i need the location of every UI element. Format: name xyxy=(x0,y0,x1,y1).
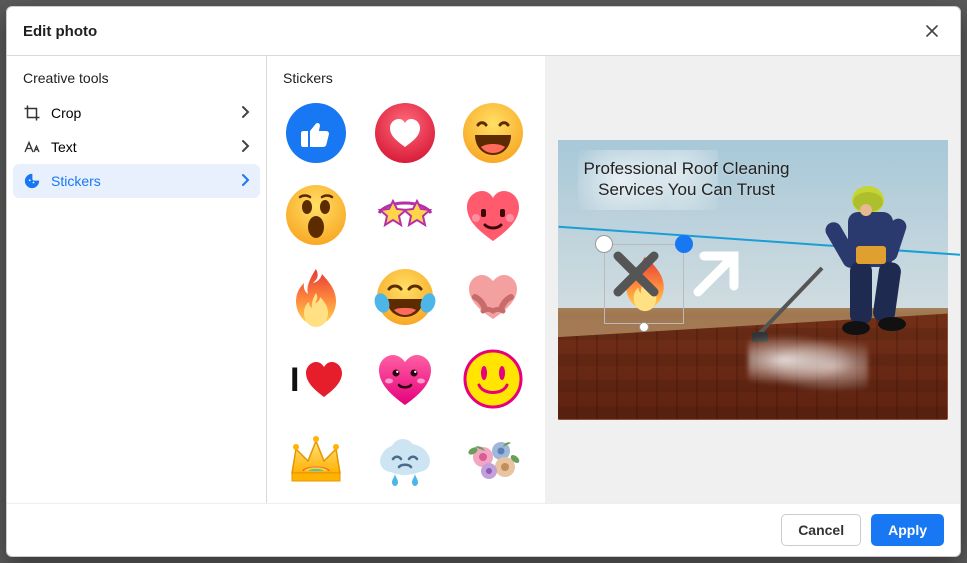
chevron-right-icon xyxy=(240,139,250,156)
cancel-button[interactable]: Cancel xyxy=(781,514,861,546)
rainbow-crown-sticker[interactable] xyxy=(279,424,353,498)
stickers-panel-header: Stickers xyxy=(275,66,541,96)
tears-of-joy-sticker[interactable] xyxy=(368,260,442,334)
resize-icon xyxy=(686,244,746,304)
stickers-panel: Stickers xyxy=(267,56,545,503)
grinning-face-sticker[interactable] xyxy=(456,96,530,170)
sticker-rotate-handle[interactable] xyxy=(639,322,649,332)
heart-with-face-sticker[interactable] xyxy=(456,178,530,252)
tool-text[interactable]: Text xyxy=(13,130,260,164)
edit-photo-modal: Edit photo Creative tools Crop xyxy=(6,6,961,557)
tool-label: Stickers xyxy=(51,173,101,189)
creative-tools-sidebar: Creative tools Crop Text xyxy=(7,56,267,503)
text-icon xyxy=(23,138,41,156)
flat-smiley-sticker[interactable] xyxy=(456,342,530,416)
thumbs-up-sticker[interactable] xyxy=(279,96,353,170)
sticker-icon xyxy=(23,172,41,190)
crying-cloud-sticker[interactable] xyxy=(368,424,442,498)
canvas-area: Professional Roof Cleaning Services You … xyxy=(545,56,960,503)
sticker-delete-handle[interactable] xyxy=(595,235,613,253)
sticker-grid[interactable] xyxy=(275,96,541,503)
sticker-resize-handle[interactable] xyxy=(675,235,693,253)
close-icon xyxy=(606,244,666,304)
tool-label: Crop xyxy=(51,105,81,121)
wow-face-sticker[interactable] xyxy=(279,178,353,252)
chevron-right-icon xyxy=(240,105,250,122)
photo-canvas[interactable]: Professional Roof Cleaning Services You … xyxy=(558,140,948,420)
pink-heart-face-sticker[interactable] xyxy=(368,342,442,416)
tool-crop[interactable]: Crop xyxy=(13,96,260,130)
modal-footer: Cancel Apply xyxy=(7,503,960,556)
chevron-right-icon xyxy=(240,173,250,190)
photo-overlay-text: Professional Roof Cleaning Services You … xyxy=(582,158,792,201)
sidebar-header: Creative tools xyxy=(13,66,260,96)
star-glasses-sticker[interactable] xyxy=(368,178,442,252)
fire-sticker[interactable] xyxy=(279,260,353,334)
hugging-heart-sticker[interactable] xyxy=(456,260,530,334)
placed-sticker-fire[interactable] xyxy=(604,244,684,324)
photo-pressure-steam xyxy=(748,330,868,390)
crop-icon xyxy=(23,104,41,122)
tool-label: Text xyxy=(51,139,77,155)
heart-white-on-red-sticker[interactable] xyxy=(368,96,442,170)
modal-header: Edit photo xyxy=(7,7,960,56)
flower-bouquet-sticker[interactable] xyxy=(456,424,530,498)
apply-button[interactable]: Apply xyxy=(871,514,944,546)
modal-body: Creative tools Crop Text xyxy=(7,56,960,503)
tool-stickers[interactable]: Stickers xyxy=(13,164,260,198)
close-button[interactable] xyxy=(920,19,944,43)
modal-title: Edit photo xyxy=(23,23,97,40)
i-heart-sticker[interactable] xyxy=(279,342,353,416)
close-icon xyxy=(924,23,940,39)
